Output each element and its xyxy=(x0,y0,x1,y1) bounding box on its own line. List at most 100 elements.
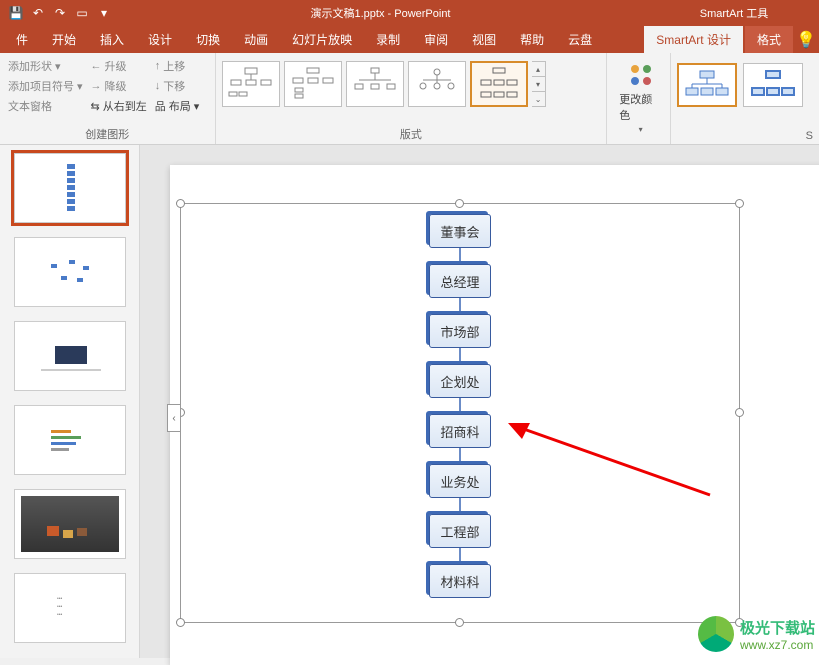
demote-button[interactable]: → 降级 xyxy=(89,77,149,95)
smartart-node[interactable]: 招商科 xyxy=(429,414,491,448)
ribbon: 添加形状 ▾ 添加项目符号 ▾ 文本窗格 ← 升级 → 降级 ⇆ 从右到左 ↑ … xyxy=(0,53,819,145)
watermark-url: www.xz7.com xyxy=(740,638,815,652)
smartart-node[interactable]: 企划处 xyxy=(429,364,491,398)
resize-handle-tr[interactable] xyxy=(735,199,744,208)
svg-text:•••: ••• xyxy=(57,596,63,602)
ribbon-tabs: 件 开始 插入 设计 切换 动画 幻灯片放映 录制 审阅 视图 帮助 云盘 Sm… xyxy=(0,26,819,53)
tab-cloud[interactable]: 云盘 xyxy=(556,26,604,53)
tab-file[interactable]: 件 xyxy=(4,26,40,53)
move-down-button[interactable]: ↓ 下移 xyxy=(153,77,202,95)
resize-handle-bl[interactable] xyxy=(176,618,185,627)
qat-more-icon[interactable]: ▾ xyxy=(96,5,112,21)
smartart-node[interactable]: 市场部 xyxy=(429,314,491,348)
smartart-node[interactable]: 工程部 xyxy=(429,514,491,548)
tab-smartart-design[interactable]: SmartArt 设计 xyxy=(644,26,743,53)
layout-option-4[interactable] xyxy=(408,61,466,107)
group-smartart-styles: S xyxy=(670,53,819,144)
move-up-button[interactable]: ↑ 上移 xyxy=(153,57,202,75)
add-shape-button[interactable]: 添加形状 ▾ xyxy=(6,57,85,75)
layouts-gallery-more[interactable]: ▴▾⌄ xyxy=(532,61,546,107)
change-colors-label: 更改颜色 xyxy=(619,91,662,123)
slide-thumb-2[interactable] xyxy=(14,237,126,307)
slide-thumb-5[interactable] xyxy=(14,489,126,559)
tab-view[interactable]: 视图 xyxy=(460,26,508,53)
add-bullet-label: 添加项目符号 xyxy=(8,78,74,94)
undo-icon[interactable]: ↶ xyxy=(30,5,46,21)
connector xyxy=(459,298,461,314)
group-create-graphic: 添加形状 ▾ 添加项目符号 ▾ 文本窗格 ← 升级 → 降级 ⇆ 从右到左 ↑ … xyxy=(0,53,216,144)
tab-home[interactable]: 开始 xyxy=(40,26,88,53)
tab-help[interactable]: 帮助 xyxy=(508,26,556,53)
tab-animations[interactable]: 动画 xyxy=(232,26,280,53)
watermark-text: 极光下载站 www.xz7.com xyxy=(740,617,815,652)
slide-editor[interactable]: ‹ 董事会 总经理 市场部 企划处 招商科 业务处 工程部 材料科 xyxy=(140,145,819,658)
resize-handle-mr[interactable] xyxy=(735,408,744,417)
redo-icon[interactable]: ↷ xyxy=(52,5,68,21)
collapse-glyph: ‹ xyxy=(172,413,175,424)
add-bullet-button[interactable]: 添加项目符号 ▾ xyxy=(6,77,85,95)
group-label-create-graphic: 创建图形 xyxy=(0,126,215,142)
slide-thumb-6[interactable]: ••••••••• xyxy=(14,573,126,643)
connector xyxy=(459,348,461,364)
tab-transitions[interactable]: 切换 xyxy=(184,26,232,53)
slide-canvas[interactable]: ‹ 董事会 总经理 市场部 企划处 招商科 业务处 工程部 材料科 xyxy=(170,165,819,665)
layout-option-2[interactable] xyxy=(284,61,342,107)
layout-option-3[interactable] xyxy=(346,61,404,107)
tab-record[interactable]: 录制 xyxy=(364,26,412,53)
text-pane-toggle[interactable]: ‹ xyxy=(167,404,181,432)
resize-handle-bm[interactable] xyxy=(455,618,464,627)
save-icon[interactable]: 💾 xyxy=(8,5,24,21)
resize-handle-tm[interactable] xyxy=(455,199,464,208)
smartart-node[interactable]: 董事会 xyxy=(429,214,491,248)
smartart-vertical-chain: 董事会 总经理 市场部 企划处 招商科 业务处 工程部 材料科 xyxy=(429,214,491,598)
tab-slideshow[interactable]: 幻灯片放映 xyxy=(280,26,364,53)
demote-label: 降级 xyxy=(105,78,127,94)
connector xyxy=(459,498,461,514)
main-area: ••••••••• ‹ 董事会 总经理 市场部 xyxy=(0,145,819,658)
slide-thumb-4[interactable] xyxy=(14,405,126,475)
contextual-tool-label: SmartArt 工具 xyxy=(649,5,819,21)
text-pane-button[interactable]: 文本窗格 xyxy=(6,97,85,115)
connector xyxy=(459,248,461,264)
promote-button[interactable]: ← 升级 xyxy=(89,57,149,75)
style-option-2[interactable] xyxy=(743,63,803,107)
slide-thumbnails-panel[interactable]: ••••••••• xyxy=(0,145,140,658)
smartart-node[interactable]: 总经理 xyxy=(429,264,491,298)
move-down-label: 下移 xyxy=(163,78,185,94)
move-up-label: 上移 xyxy=(163,58,185,74)
connector xyxy=(459,448,461,464)
svg-text:•••: ••• xyxy=(57,604,63,610)
change-colors-button[interactable]: 更改颜色 ▾ xyxy=(613,57,668,138)
layout-option-1[interactable] xyxy=(222,61,280,107)
rtl-button[interactable]: ⇆ 从右到左 xyxy=(89,97,149,115)
smartart-selection-frame[interactable]: ‹ 董事会 总经理 市场部 企划处 招商科 业务处 工程部 材料科 xyxy=(180,203,740,623)
tab-insert[interactable]: 插入 xyxy=(88,26,136,53)
slideshow-start-icon[interactable]: ▭ xyxy=(74,5,90,21)
quick-access-toolbar: 💾 ↶ ↷ ▭ ▾ xyxy=(0,5,112,21)
node-text: 材料科 xyxy=(440,572,479,591)
text-pane-label: 文本窗格 xyxy=(8,98,52,114)
connector xyxy=(459,398,461,414)
tab-design[interactable]: 设计 xyxy=(136,26,184,53)
tab-format[interactable]: 格式 xyxy=(745,26,793,53)
tab-review[interactable]: 审阅 xyxy=(412,26,460,53)
group-layouts: ▴▾⌄ 版式 xyxy=(216,53,608,144)
smartart-node[interactable]: 业务处 xyxy=(429,464,491,498)
title-bar: 💾 ↶ ↷ ▭ ▾ 演示文稿1.pptx - PowerPoint SmartA… xyxy=(0,0,819,26)
layout-label: 布局 xyxy=(169,98,191,114)
node-text: 市场部 xyxy=(440,322,479,341)
tell-me-icon[interactable]: 💡 xyxy=(793,26,819,53)
node-text: 招商科 xyxy=(440,422,479,441)
node-text: 董事会 xyxy=(440,222,479,241)
smartart-node[interactable]: 材料科 xyxy=(429,564,491,598)
slide-thumb-1[interactable] xyxy=(14,153,126,223)
layout-button[interactable]: 品 布局 ▾ xyxy=(153,97,202,115)
rtl-label: 从右到左 xyxy=(103,98,147,114)
watermark-logo-icon xyxy=(698,616,734,652)
watermark-name: 极光下载站 xyxy=(740,620,815,637)
style-option-1-selected[interactable] xyxy=(677,63,737,107)
resize-handle-tl[interactable] xyxy=(176,199,185,208)
node-text: 企划处 xyxy=(440,372,479,391)
slide-thumb-3[interactable] xyxy=(14,321,126,391)
layout-option-5-selected[interactable] xyxy=(470,61,528,107)
